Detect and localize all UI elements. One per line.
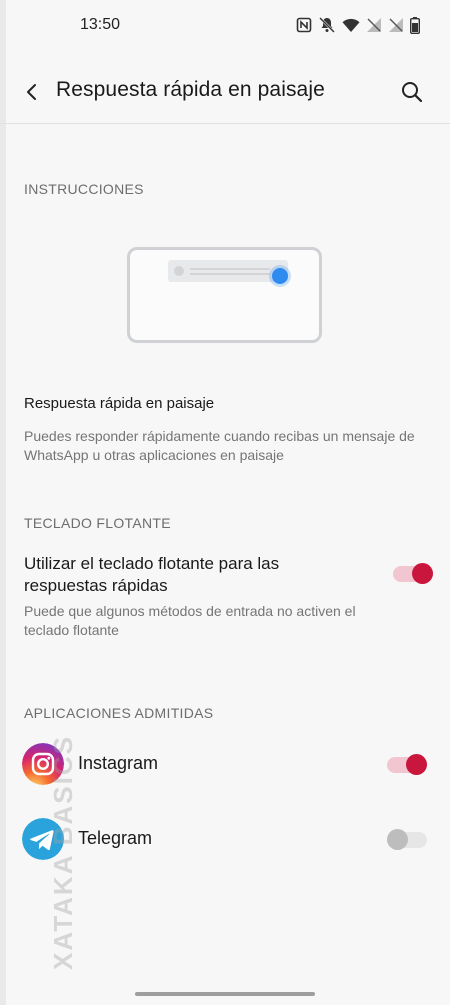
search-icon [402,82,423,103]
no-signal-icon [366,17,382,33]
search-button[interactable] [398,78,426,106]
landscape-reply-illustration [127,247,322,343]
battery-icon [410,16,420,34]
instructions-item-title: Respuesta rápida en paisaje [24,395,215,412]
home-indicator[interactable] [135,992,315,996]
back-arrow-icon [27,84,36,100]
illustration-reply-dot [272,268,288,284]
wifi-icon [342,17,360,33]
app-bar: Respuesta rápida en paisaje [0,60,450,124]
status-bar: 13:50 [0,0,450,50]
section-header-floating-keyboard: TECLADO FLOTANTE [24,515,171,531]
muted-bell-icon [318,16,336,34]
no-signal-icon-2 [388,17,404,33]
back-button[interactable] [18,78,46,106]
status-icons [296,16,420,34]
floating-keyboard-subtitle: Puede que algunos métodos de entrada no … [24,603,356,638]
section-header-instructions: INSTRUCCIONES [24,181,144,197]
instructions-description: Puedes responder rápidamente cuando reci… [24,428,415,463]
instagram-toggle[interactable] [387,753,427,775]
app-label-instagram: Instagram [78,753,159,773]
floating-keyboard-title: Utilizar el teclado flotante para las re… [24,554,280,595]
watermark: XATAKA BASICS [14,700,78,970]
telegram-toggle[interactable] [387,828,427,850]
status-time: 13:50 [80,16,121,33]
floating-keyboard-toggle[interactable] [393,562,433,584]
page-title: Respuesta rápida en paisaje [56,78,325,101]
app-label-telegram: Telegram [78,828,153,848]
watermark-text: XATAKA BASICS [48,735,78,970]
nfc-icon [296,17,312,33]
illustration-notification [168,260,288,282]
